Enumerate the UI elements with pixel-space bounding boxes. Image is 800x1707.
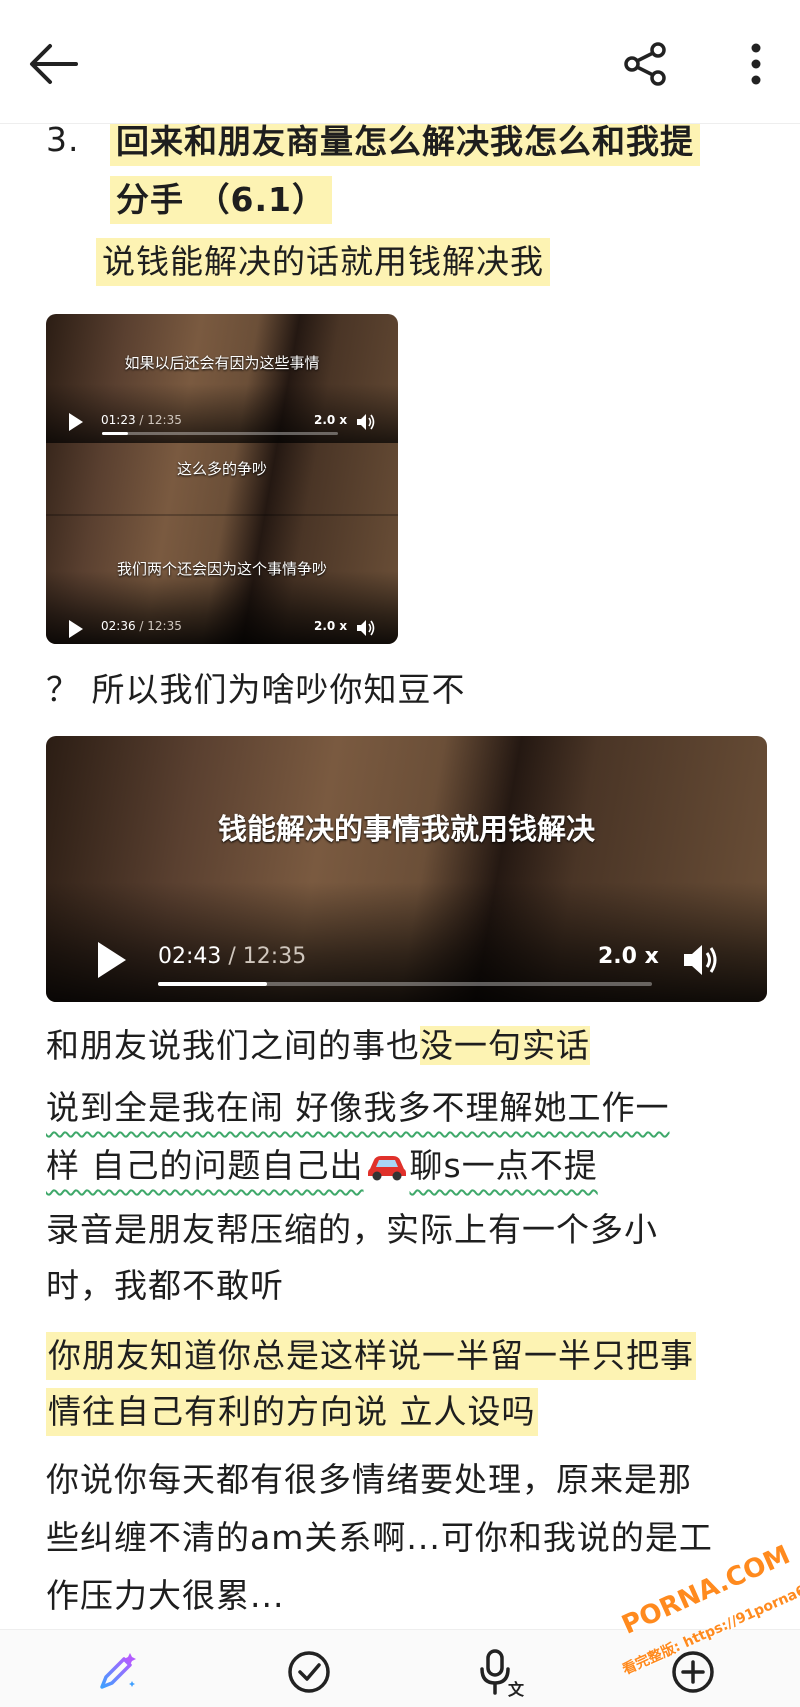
paragraph-3-line2: 时，我都不敢听 <box>46 1266 284 1305</box>
check-circle-icon <box>288 1651 330 1693</box>
play-icon[interactable] <box>68 619 84 639</box>
more-vertical-icon <box>751 43 761 85</box>
car-emoji-icon <box>367 1156 406 1181</box>
paragraph-3-line1: 录音是朋友帮压缩的，实际上有一个多小 <box>46 1210 658 1249</box>
more-options-button[interactable] <box>724 32 788 96</box>
paragraph-4-line1: 你朋友知道你总是这样说一半留一半只把事 <box>46 1332 696 1380</box>
voice-to-text-icon: 文 <box>480 1649 525 1697</box>
progress-fill <box>158 982 267 986</box>
paragraph-2-text: 样 自己的问题自己出 <box>46 1146 364 1185</box>
time-total: / 12:35 <box>135 619 182 633</box>
svg-text:文: 文 <box>508 1680 525 1697</box>
item-heading-line2: 分手 （6.1） <box>110 176 332 224</box>
arrow-left-icon <box>30 44 78 84</box>
back-button[interactable] <box>22 32 86 96</box>
video-time: 02:43 / 12:35 <box>158 944 306 969</box>
top-toolbar <box>0 0 800 124</box>
speed-button[interactable]: 2.0 x <box>598 944 659 969</box>
speed-button[interactable]: 2.0 x <box>314 619 347 633</box>
paragraph-5-line3: 作压力大很累... <box>46 1576 285 1615</box>
time-current: 01:23 <box>101 413 136 427</box>
note-content[interactable]: 3. 回来和朋友商量怎么解决我怎么和我提 分手 （6.1） 说钱能解决的话就用钱… <box>0 124 800 1629</box>
video-time: 01:23 / 12:35 <box>101 413 182 427</box>
ai-pen-button[interactable] <box>82 1640 152 1704</box>
progress-fill <box>102 432 128 435</box>
paragraph-2-line2: 样 自己的问题自己出 聊s一点不提 <box>46 1144 598 1188</box>
video-caption: 钱能解决的事情我就用钱解决 <box>217 812 595 846</box>
volume-icon[interactable] <box>682 942 722 978</box>
volume-icon[interactable] <box>356 413 376 431</box>
video-player-large[interactable]: 钱能解决的事情我就用钱解决 02:43 / 12:35 2.0 x <box>46 736 767 1002</box>
time-current: 02:36 <box>101 619 136 633</box>
paragraph-2-text: 聊s一点不提 <box>409 1146 598 1185</box>
progress-bar[interactable] <box>102 432 338 435</box>
paragraph-4-line2: 情往自己有利的方向说 立人设吗 <box>46 1388 538 1436</box>
share-button[interactable] <box>614 32 678 96</box>
ai-pen-icon <box>100 1653 136 1689</box>
video-player-small[interactable]: 如果以后还会有因为这些事情 01:23 / 12:35 2.0 x 这么多的争吵… <box>46 314 398 644</box>
speed-button[interactable]: 2.0 x <box>314 413 347 427</box>
question-text: ？ 所以我们为啥吵你知豆不 <box>46 670 466 709</box>
paragraph-5-line2: 些纠缠不清的am关系啊...可你和我说的是工 <box>46 1518 713 1557</box>
video-caption: 如果以后还会有因为这些事情 <box>124 354 320 372</box>
video-time: 02:36 / 12:35 <box>101 619 182 633</box>
volume-icon[interactable] <box>356 619 376 637</box>
item-heading-line1: 回来和朋友商量怎么解决我怎么和我提 <box>110 124 700 166</box>
time-current: 02:43 <box>158 944 222 969</box>
video-caption: 这么多的争吵 <box>176 460 267 478</box>
checklist-button[interactable] <box>274 1640 344 1704</box>
paragraph-1: 和朋友说我们之间的事也没一句实话 <box>46 1024 590 1068</box>
time-total: / 12:35 <box>221 944 307 969</box>
frame-divider <box>46 514 398 516</box>
paragraph-5-line1: 你说你每天都有很多情绪要处理，原来是那 <box>46 1460 692 1499</box>
quote-text: 说钱能解决的话就用钱解决我 <box>96 238 550 286</box>
play-icon[interactable] <box>68 412 84 432</box>
time-total: / 12:35 <box>135 413 182 427</box>
play-icon[interactable] <box>96 940 128 980</box>
paragraph-1-text: 和朋友说我们之间的事也 <box>46 1026 420 1065</box>
paragraph-1-highlight: 没一句实话 <box>420 1026 590 1065</box>
share-icon <box>624 42 666 86</box>
paragraph-2-line1: 说到全是我在闹 好像我多不理解她工作一 <box>46 1088 670 1127</box>
progress-bar[interactable] <box>158 982 652 986</box>
voice-to-text-button[interactable]: 文 <box>466 1640 536 1704</box>
video-shade <box>46 571 398 644</box>
item-number: 3. <box>46 124 80 159</box>
